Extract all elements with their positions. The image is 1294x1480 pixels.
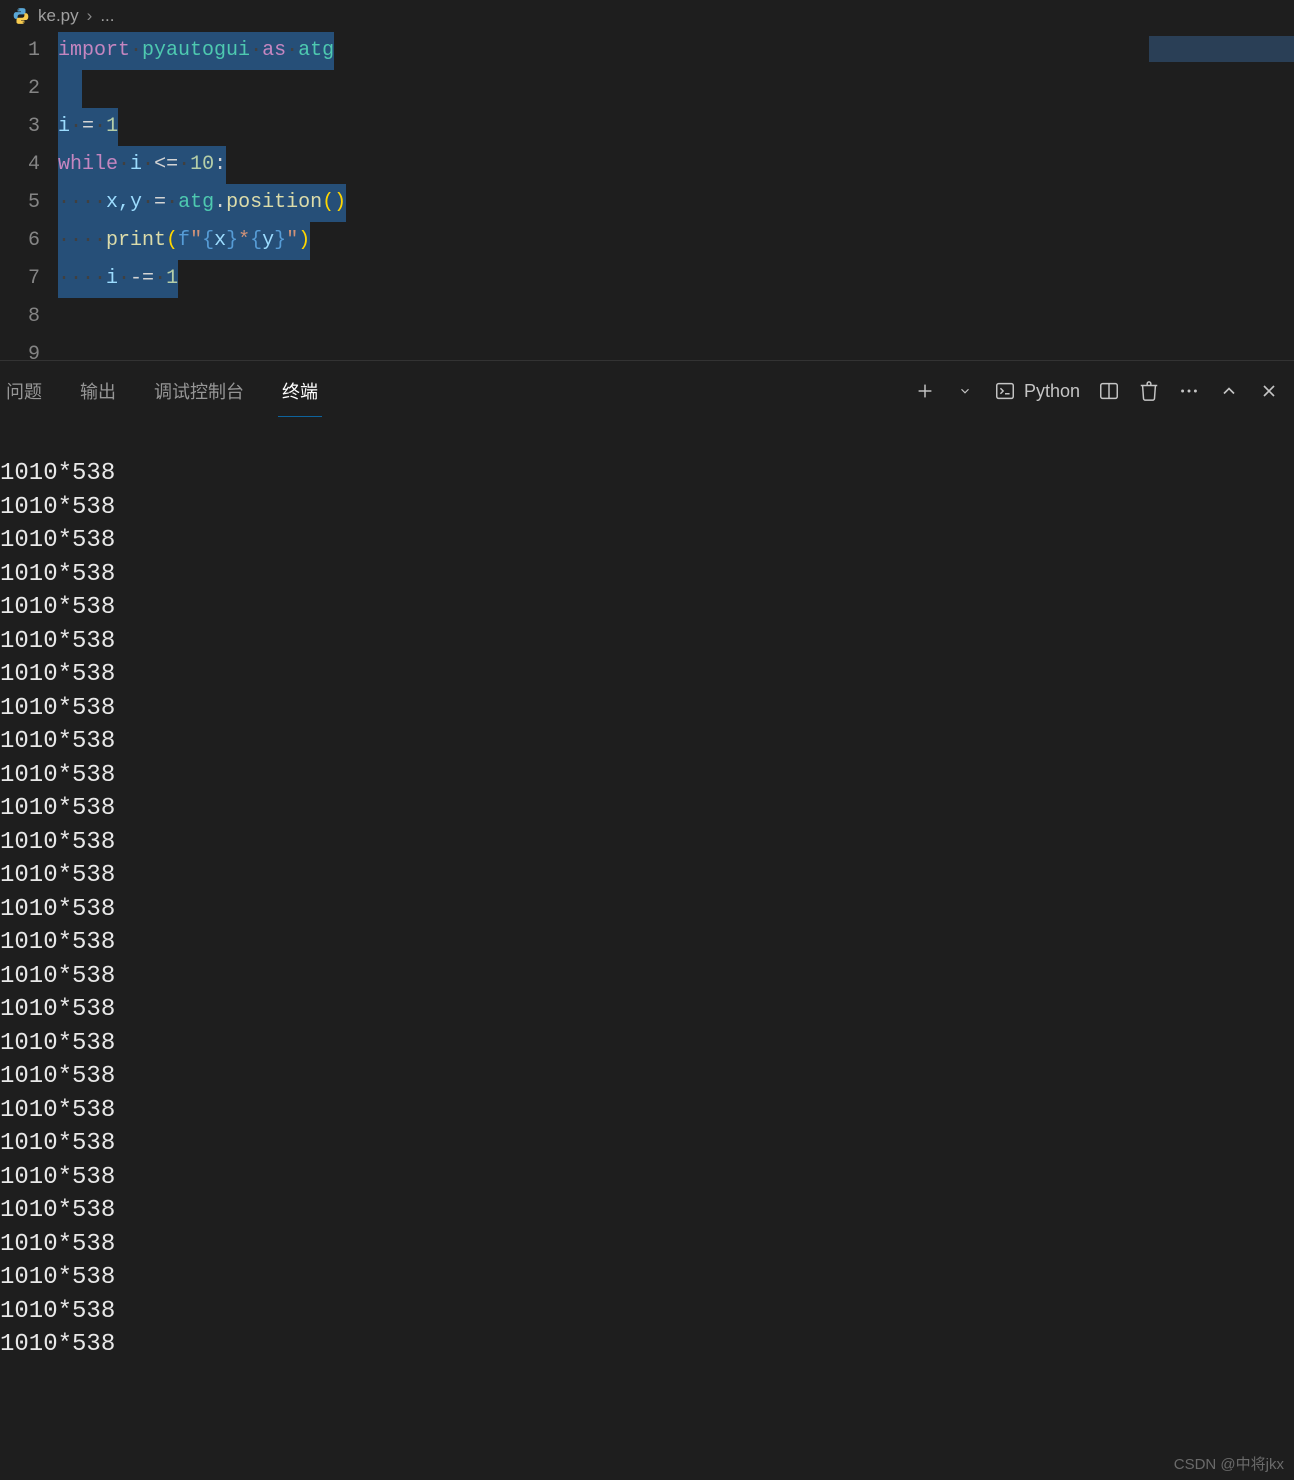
code-line-8[interactable] <box>58 298 1294 336</box>
line-number: 3 <box>0 108 40 146</box>
terminal-line: 1010*538 <box>0 1127 1294 1161</box>
close-icon[interactable] <box>1258 380 1280 402</box>
terminal-line: 1010*538 <box>0 1228 1294 1262</box>
chevron-up-icon[interactable] <box>1218 380 1240 402</box>
line-number: 2 <box>0 70 40 108</box>
terminal-line: 1010*538 <box>0 1161 1294 1195</box>
terminal-line: 1010*538 <box>0 558 1294 592</box>
terminal-line: 1010*538 <box>0 692 1294 726</box>
line-number-gutter: 1 2 3 4 5 6 7 8 9 <box>0 32 58 360</box>
terminal-line: 1010*538 <box>0 524 1294 558</box>
line-number: 1 <box>0 32 40 70</box>
breadcrumb-more[interactable]: ... <box>100 6 114 26</box>
terminal-line: 1010*538 <box>0 625 1294 659</box>
chevron-right-icon: › <box>87 6 93 26</box>
terminal-line: 1010*538 <box>0 893 1294 927</box>
terminal-line: 1010*538 <box>0 1027 1294 1061</box>
new-terminal-icon[interactable] <box>914 380 936 402</box>
breadcrumb: ke.py › ... <box>0 0 1294 32</box>
terminal-line: 1010*538 <box>0 792 1294 826</box>
watermark: CSDN @中将jkx <box>1174 1453 1284 1474</box>
terminal-line: 1010*538 <box>0 926 1294 960</box>
line-number: 7 <box>0 260 40 298</box>
terminal-line: 1010*538 <box>0 826 1294 860</box>
terminal-line: 1010*538 <box>0 993 1294 1027</box>
trash-icon[interactable] <box>1138 380 1160 402</box>
line-number: 8 <box>0 298 40 336</box>
line-number: 6 <box>0 222 40 260</box>
terminal-kind[interactable]: Python <box>994 380 1080 402</box>
chevron-down-icon[interactable] <box>954 380 976 402</box>
python-file-icon <box>12 7 30 25</box>
terminal-line: 1010*538 <box>0 591 1294 625</box>
terminal-line: 1010*538 <box>0 1194 1294 1228</box>
code-line-1[interactable]: import·pyautogui·as·atg <box>58 32 1294 70</box>
terminal-line: 1010*538 <box>0 457 1294 491</box>
terminal-line: 1010*538 <box>0 725 1294 759</box>
terminal-line: 1010*538 <box>0 1328 1294 1362</box>
code-line-5[interactable]: ····x,y·=·atg.position() <box>58 184 1294 222</box>
terminal-line: 1010*538 <box>0 491 1294 525</box>
terminal-line: 1010*538 <box>0 759 1294 793</box>
code-line-7[interactable]: ····i·-=·1 <box>58 260 1294 298</box>
terminal-line: 1010*538 <box>0 658 1294 692</box>
breadcrumb-file[interactable]: ke.py <box>38 6 79 26</box>
terminal-line: 1010*538 <box>0 1295 1294 1329</box>
terminal-line: 1010*538 <box>0 960 1294 994</box>
code-editor[interactable]: 1 2 3 4 5 6 7 8 9 import·pyautogui·as·at… <box>0 32 1294 360</box>
code-line-2[interactable] <box>58 70 1294 108</box>
code-line-6[interactable]: ····print(f"{x}*{y}") <box>58 222 1294 260</box>
code-line-3[interactable]: i·=·1 <box>58 108 1294 146</box>
code-content[interactable]: import·pyautogui·as·atg i·=·1 while·i·<=… <box>58 32 1294 360</box>
bottom-panel: 问题 输出 调试控制台 终端 Python 1010*5381010*53810… <box>0 360 1294 1476</box>
terminal-line: 1010*538 <box>0 1261 1294 1295</box>
split-terminal-icon[interactable] <box>1098 380 1120 402</box>
terminal-output[interactable]: 1010*5381010*5381010*5381010*5381010*538… <box>0 421 1294 1476</box>
code-line-9[interactable] <box>58 336 1294 374</box>
line-number: 5 <box>0 184 40 222</box>
terminal-line: 1010*538 <box>0 859 1294 893</box>
line-number: 4 <box>0 146 40 184</box>
code-line-4[interactable]: while·i·<=·10: <box>58 146 1294 184</box>
line-number: 9 <box>0 336 40 374</box>
more-icon[interactable] <box>1178 380 1200 402</box>
panel-actions: Python <box>914 380 1294 402</box>
terminal-line: 1010*538 <box>0 1060 1294 1094</box>
terminal-line: 1010*538 <box>0 1094 1294 1128</box>
